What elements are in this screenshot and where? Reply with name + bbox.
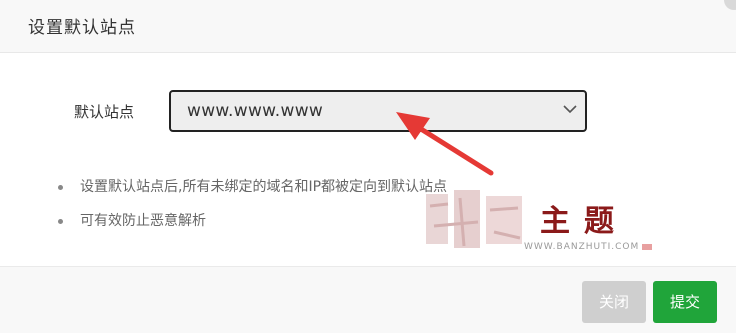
watermark-dot [642, 244, 652, 250]
default-site-label: 默认站点 [74, 103, 135, 121]
tip-item: 设置默认站点后,所有未绑定的域名和IP都被定向到默认站点 [58, 176, 447, 210]
watermark-url: WWW.BANZHUTI.COM [524, 242, 640, 252]
default-site-select-value: www.www.www [187, 101, 324, 121]
default-site-dialog: 设置默认站点 默认站点 www.www.www 设置默认站点后,所有未绑定的域名… [0, 0, 736, 333]
watermark: 主题 WWW.BANZHUTI.COM [420, 186, 660, 266]
submit-button[interactable]: 提交 [653, 281, 717, 323]
dialog-title: 设置默认站点 [28, 18, 136, 38]
dialog-header: 设置默认站点 [0, 0, 736, 53]
watermark-logo [426, 190, 522, 248]
dialog-footer: 关闭 提交 [0, 266, 736, 333]
close-button[interactable]: 关闭 [582, 281, 646, 323]
watermark-text: 主题 [540, 204, 628, 239]
default-site-select[interactable]: www.www.www [169, 90, 587, 132]
tips-list: 设置默认站点后,所有未绑定的域名和IP都被定向到默认站点 可有效防止恶意解析 [58, 176, 447, 244]
tip-item: 可有效防止恶意解析 [58, 210, 447, 244]
chevron-down-icon [563, 105, 577, 114]
